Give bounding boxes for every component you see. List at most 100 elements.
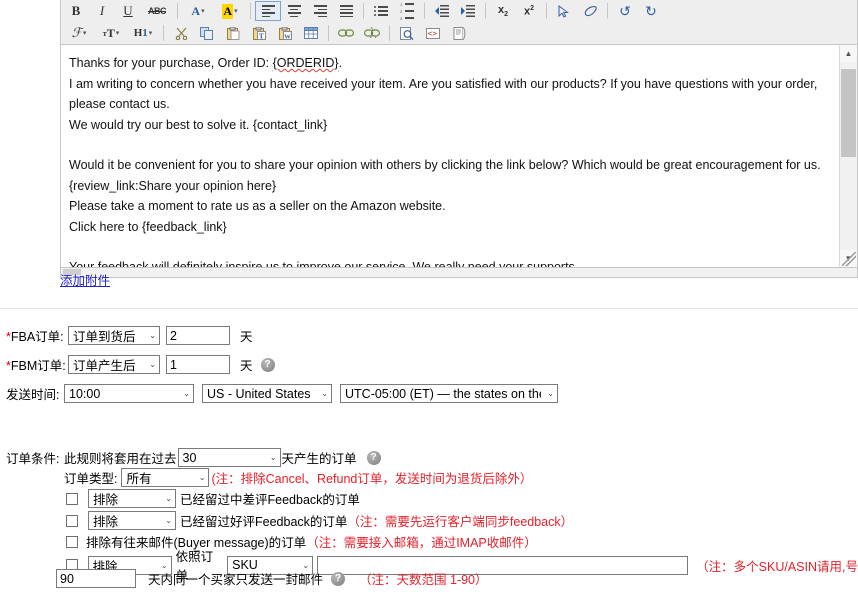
align-left-icon[interactable] xyxy=(255,1,281,21)
chevron-down-icon: ⌄ xyxy=(199,473,206,482)
fba-days-value: 2 xyxy=(170,329,177,343)
feedback-positive-note: （注：需要先运行客户端同步feedback） xyxy=(347,511,573,530)
editor-resize-handle[interactable] xyxy=(842,252,856,266)
link-glyph xyxy=(338,28,354,38)
editor-vertical-scrollbar[interactable]: ▲ ▼ xyxy=(839,45,857,267)
cut-icon[interactable] xyxy=(168,23,194,43)
add-attachment-link[interactable]: 添加附件 xyxy=(60,270,110,289)
country-value: US - United States xyxy=(207,387,311,401)
fbm-trigger-select[interactable]: 订单产生后 ⌄ xyxy=(68,355,160,374)
svg-text:<>: <> xyxy=(428,29,438,38)
fbm-help-icon[interactable]: ? xyxy=(261,358,275,372)
timezone-value: UTC-05:00 (ET) — the states on the Atla xyxy=(345,387,541,401)
separator xyxy=(424,3,425,19)
feedback-negative-text: 已经留过中差评Feedback的订单 xyxy=(180,489,360,508)
order-conditions-help-icon[interactable]: ? xyxy=(367,451,381,465)
template-icon[interactable] xyxy=(446,23,472,43)
feedback-negative-checkbox[interactable] xyxy=(66,493,78,505)
superscript-icon[interactable]: x2 xyxy=(516,1,542,21)
feedback-negative-row: 排除 ⌄ 已经留过中差评Feedback的订单 xyxy=(66,489,360,508)
align-justify-icon[interactable] xyxy=(333,1,359,21)
editor-line: {review_link:Share your opinion here} xyxy=(69,176,845,197)
paste-icon[interactable] xyxy=(220,23,246,43)
editor-content-area[interactable]: Thanks for your purchase, Order ID: {ORD… xyxy=(60,45,858,268)
separator xyxy=(546,3,547,19)
strikethrough-icon[interactable]: ABC xyxy=(141,1,173,21)
chevron-down-icon: ⌄ xyxy=(321,389,328,398)
source-glyph: <> xyxy=(426,28,440,39)
underline-icon[interactable]: U xyxy=(115,1,141,21)
rule-prefix-text: 此规则将套用在过去 xyxy=(64,448,177,467)
svg-text:W: W xyxy=(284,33,291,40)
insert-table-icon[interactable] xyxy=(298,23,324,43)
select-all-icon[interactable] xyxy=(551,1,577,21)
redo-icon[interactable]: ↻ xyxy=(638,1,664,21)
editor-line: Thanks for your purchase, Order ID: {ORD… xyxy=(69,53,845,74)
fbm-days-input[interactable]: 1 xyxy=(166,355,230,374)
send-time-select[interactable]: 10:00 ⌄ xyxy=(64,384,194,403)
source-code-icon[interactable]: <> xyxy=(420,23,446,43)
rich-text-editor: B I U ABC A▾ A▾ xyxy=(60,0,858,278)
chevron-down-icon: ⌄ xyxy=(183,389,190,398)
editor-text[interactable]: Thanks for your purchase, Order ID: {ORD… xyxy=(61,45,857,268)
clipboard-glyph xyxy=(227,27,240,40)
paste-text-icon[interactable]: T xyxy=(246,23,272,43)
insert-link-icon[interactable] xyxy=(333,23,359,43)
font-family-icon[interactable]: ℱ▾ xyxy=(63,23,95,43)
font-color-icon[interactable]: A▾ xyxy=(182,1,214,21)
timezone-select[interactable]: UTC-05:00 (ET) — the states on the Atla … xyxy=(340,384,558,403)
fbm-trigger-value: 订单产生后 xyxy=(73,355,136,374)
unlink-icon[interactable] xyxy=(359,23,385,43)
numbered-list-icon[interactable]: 123 xyxy=(394,1,420,21)
subscript-icon[interactable]: x2 xyxy=(490,1,516,21)
section-divider xyxy=(0,308,858,309)
frequency-days-value: 90 xyxy=(60,572,74,586)
bullet-list-icon[interactable] xyxy=(368,1,394,21)
frequency-help-icon[interactable]: ? xyxy=(331,572,345,586)
indent-icon[interactable] xyxy=(455,1,481,21)
align-center-icon[interactable] xyxy=(281,1,307,21)
italic-icon[interactable]: I xyxy=(89,1,115,21)
eraser-glyph xyxy=(583,5,598,18)
chevron-down-icon: ⌄ xyxy=(165,494,172,503)
editor-horizontal-scrollbar[interactable] xyxy=(60,268,858,278)
lookback-days-select[interactable]: 30 ⌄ xyxy=(178,448,281,467)
cursor-glyph xyxy=(558,5,570,18)
feedback-positive-checkbox[interactable] xyxy=(66,515,78,527)
separator xyxy=(163,25,164,41)
heading-icon[interactable]: H1▾ xyxy=(127,23,159,43)
undo-icon[interactable]: ↺ xyxy=(612,1,638,21)
clear-format-icon[interactable] xyxy=(577,1,603,21)
feedback-negative-select[interactable]: 排除 ⌄ xyxy=(88,489,176,508)
country-select[interactable]: US - United States ⌄ xyxy=(202,384,332,403)
fbm-order-label: *FBM订单: xyxy=(6,355,68,374)
font-size-icon[interactable]: тT▾ xyxy=(95,23,127,43)
feedback-positive-row: 排除 ⌄ 已经留过好评Feedback的订单 （注：需要先运行客户端同步feed… xyxy=(66,511,573,530)
feedback-positive-select[interactable]: 排除 ⌄ xyxy=(88,511,176,530)
align-right-icon[interactable] xyxy=(307,1,333,21)
frequency-note: （注：天数范围 1-90） xyxy=(359,569,488,588)
bold-icon[interactable]: B xyxy=(63,1,89,21)
frequency-text: 天内同一个买家只发送一封邮件 xyxy=(148,569,323,588)
preview-icon[interactable] xyxy=(394,23,420,43)
order-conditions-label-row: 订单条件: 此规则将套用在过去 30 ⌄ 天产生的订单 ? xyxy=(6,448,381,467)
scrollbar-thumb[interactable] xyxy=(841,69,856,157)
toolbar-row-2: ℱ▾ тT▾ H1▾ xyxy=(61,22,857,44)
frequency-days-input[interactable]: 90 xyxy=(56,569,136,588)
editor-blank-line xyxy=(69,237,845,257)
editor-line: Please take a moment to rate us as a sel… xyxy=(69,196,845,217)
svg-text:T: T xyxy=(259,32,264,40)
fba-days-input[interactable]: 2 xyxy=(166,326,230,345)
fba-trigger-select[interactable]: 订单到货后 ⌄ xyxy=(68,326,160,345)
outdent-icon[interactable] xyxy=(429,1,455,21)
fba-order-row: *FBA订单: 订单到货后 ⌄ 2 天 xyxy=(6,326,253,345)
scroll-up-icon[interactable]: ▲ xyxy=(840,45,857,62)
separator xyxy=(485,3,486,19)
paste-from-word-glyph: W xyxy=(279,27,292,40)
order-type-row: 订单类型: 所有 ⌄ (注：排除Cancel、Refund订单，发送时间为退货后… xyxy=(64,468,532,487)
highlight-color-icon[interactable]: A▾ xyxy=(214,1,246,21)
paste-word-icon[interactable]: W xyxy=(272,23,298,43)
copy-icon[interactable] xyxy=(194,23,220,43)
order-type-select[interactable]: 所有 ⌄ xyxy=(121,468,209,487)
table-glyph xyxy=(304,27,318,39)
